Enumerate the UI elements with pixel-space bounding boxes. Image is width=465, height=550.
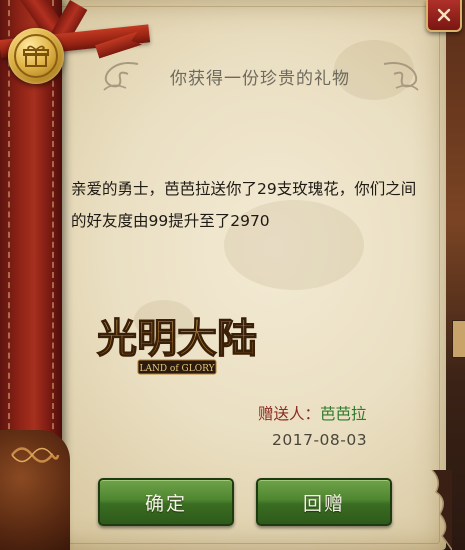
sender-name: 芭芭拉 (320, 405, 367, 423)
gift-message: 亲爱的勇士，芭芭拉送你了29支玫瑰花，你们之间的好友度由99提升至了2970 (71, 180, 417, 230)
gift-icon (23, 45, 49, 67)
reply-gift-button[interactable]: 回赠 (256, 478, 392, 526)
close-button[interactable] (426, 0, 462, 32)
close-icon (437, 8, 451, 22)
gift-date: 2017-08-03 (272, 431, 368, 449)
gift-seal (8, 28, 64, 84)
logo-title: 光明大陆 (97, 315, 257, 362)
sender-row: 赠送人：芭芭拉 (258, 402, 367, 424)
background-panel-edge (452, 320, 465, 358)
flourish-left-icon (103, 62, 139, 91)
torn-corner (431, 470, 452, 550)
confirm-button-label: 确定 (144, 492, 187, 515)
seal-ring (14, 34, 58, 78)
sender-label: 赠送人： (258, 405, 321, 423)
dialog-title: 你获得一份珍贵的礼物 (170, 69, 350, 89)
logo-subtitle: LAND of GLORY (139, 364, 215, 374)
game-screen: 你获得一份珍贵的礼物 亲爱的勇士，芭芭拉送你了29支玫瑰花，你们之间的好友度由9… (0, 0, 465, 550)
reply-gift-button-label: 回赠 (302, 492, 345, 515)
flourish-right-icon (383, 62, 419, 91)
confirm-button[interactable]: 确定 (98, 478, 234, 526)
celtic-knot-icon (11, 447, 60, 463)
game-logo: 光明大陆 LAND of GLORY (96, 314, 258, 375)
